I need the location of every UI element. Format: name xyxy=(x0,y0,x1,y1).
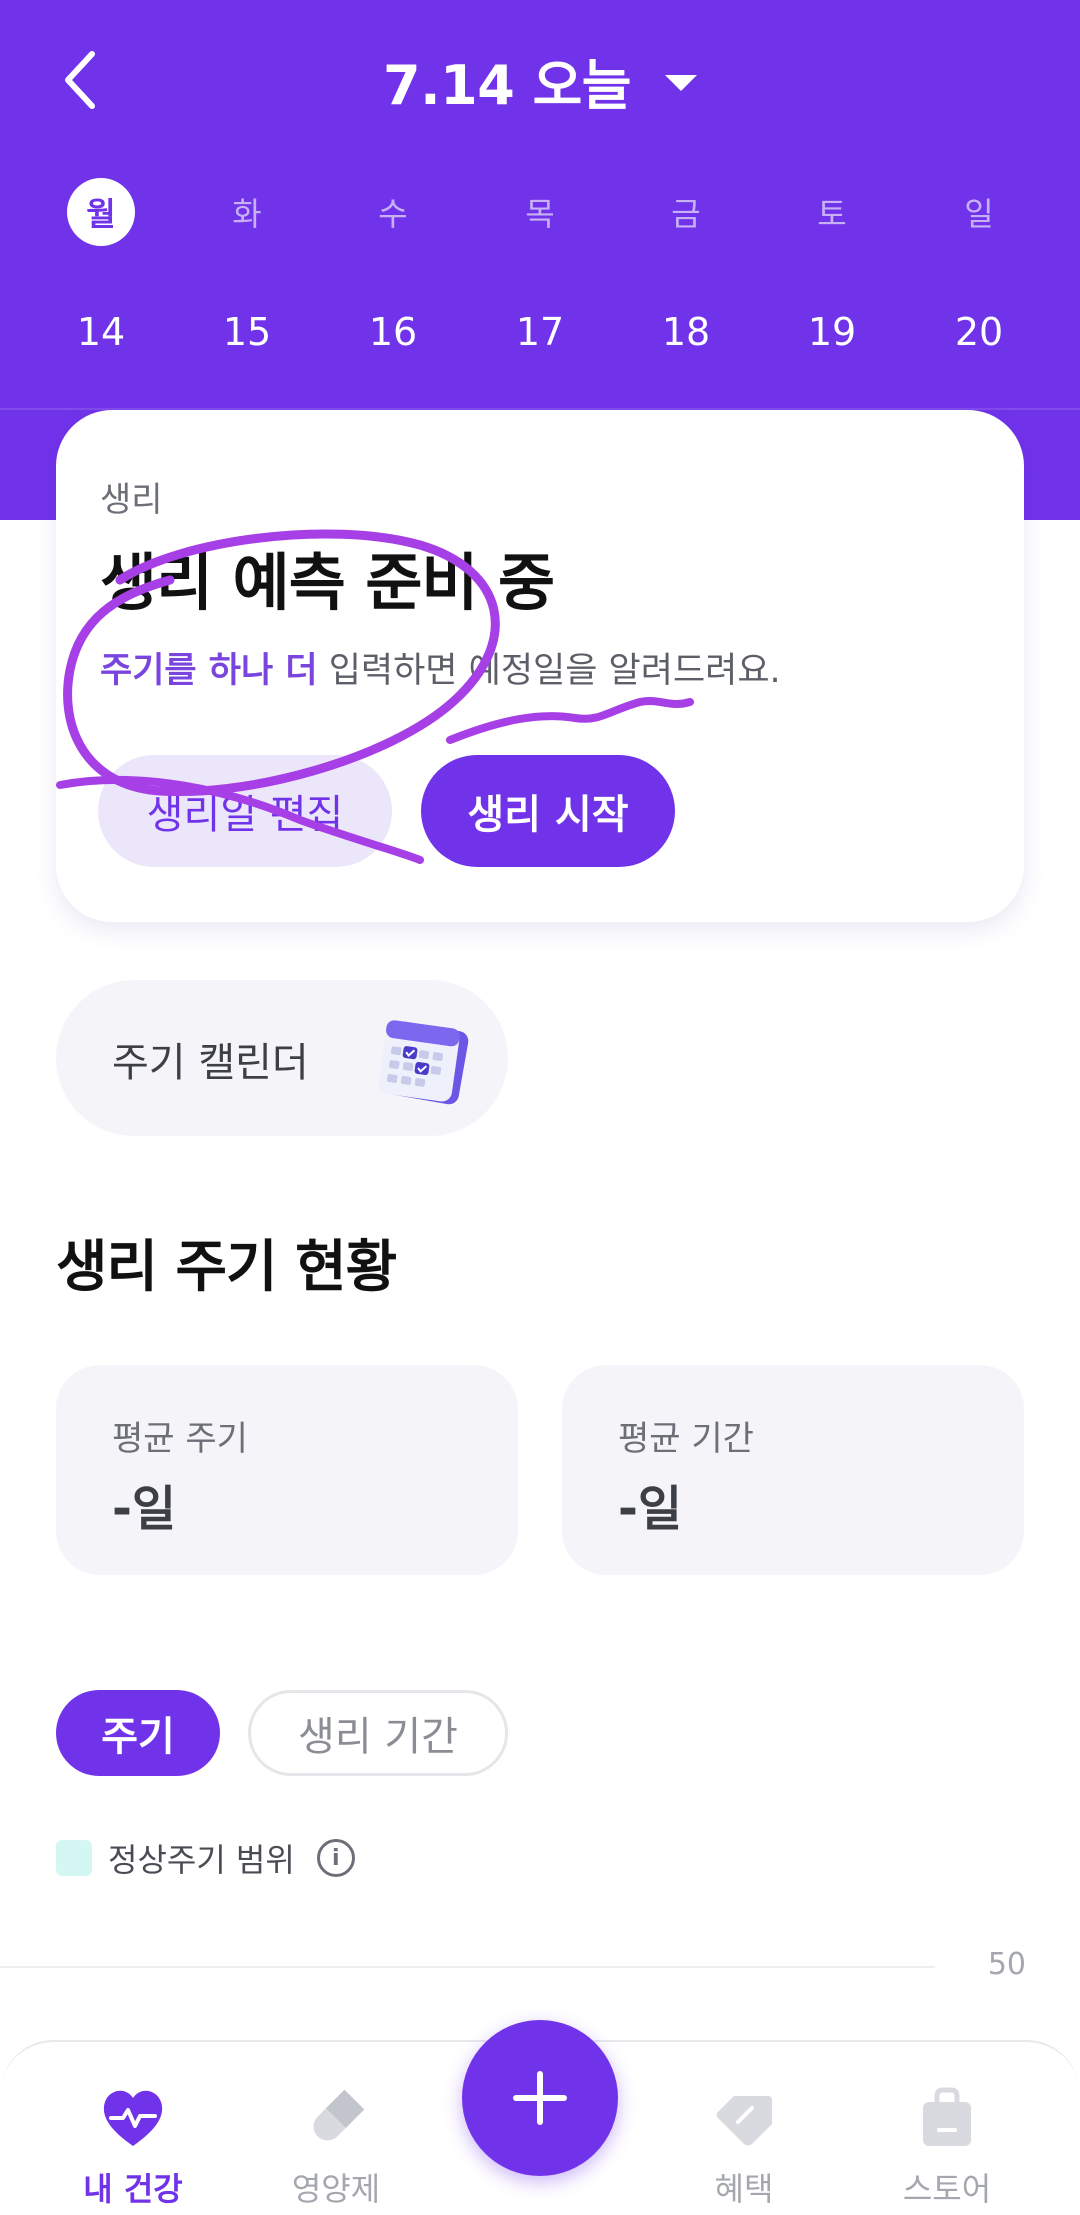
weekday-tue[interactable]: 화 xyxy=(197,172,297,252)
card-desc-highlight: 주기를 하나 더 xyxy=(100,651,318,691)
weekday-wed[interactable]: 수 xyxy=(343,172,443,252)
title-wrap: 7.14 오늘 xyxy=(0,40,1080,120)
nav-supplements[interactable]: 영양제 xyxy=(246,2082,426,2212)
chart-tick-label: 50 xyxy=(987,1947,1026,1982)
tab-cycle[interactable]: 주기 xyxy=(56,1690,220,1776)
weekday-fri[interactable]: 금 xyxy=(636,172,736,252)
avg-cycle-label: 평균 주기 xyxy=(112,1419,248,1459)
weekday-mon[interactable]: 월 xyxy=(51,172,151,252)
start-period-button[interactable]: 생리 시작 xyxy=(421,755,675,867)
legend: 정상주기 범위 i xyxy=(56,1836,355,1880)
weekday-row: 월 화 수 목 금 토 일 xyxy=(0,172,1080,252)
legend-swatch xyxy=(56,1840,92,1876)
date-title: 7.14 오늘 xyxy=(383,53,631,117)
date-19[interactable]: 19 xyxy=(782,292,882,372)
cycle-calendar-label: 주기 캘린더 xyxy=(112,1040,309,1086)
nav-label-store: 스토어 xyxy=(902,2170,992,2208)
date-selector[interactable]: 7.14 오늘 xyxy=(383,41,697,120)
date-15[interactable]: 15 xyxy=(197,292,297,372)
edit-period-button[interactable]: 생리일 편집 xyxy=(98,755,392,867)
date-20[interactable]: 20 xyxy=(929,292,1029,372)
avg-cycle-card: 평균 주기 -일 xyxy=(56,1365,518,1575)
pill-icon xyxy=(313,2089,365,2141)
cycle-status-title: 생리 주기 현황 xyxy=(56,1235,397,1300)
date-row: 14 15 16 17 18 19 20 xyxy=(0,292,1080,372)
avg-period-label: 평균 기간 xyxy=(618,1419,754,1459)
tab-period-length[interactable]: 생리 기간 xyxy=(248,1690,508,1776)
date-14[interactable]: 14 xyxy=(51,292,151,372)
nav-benefits[interactable]: 혜택 xyxy=(654,2082,834,2212)
info-icon[interactable]: i xyxy=(316,1839,355,1877)
weekday-sat[interactable]: 토 xyxy=(782,172,882,252)
period-prediction-card: 생리 생리 예측 준비 중 주기를 하나 더 입력하면 예정일을 알려드려요. … xyxy=(56,410,1024,922)
heart-pulse-icon xyxy=(103,2090,163,2146)
nav-label-supplements: 영양제 xyxy=(291,2170,381,2208)
nav-my-health[interactable]: 내 건강 xyxy=(43,2082,223,2212)
weekday-sun[interactable]: 일 xyxy=(929,172,1029,252)
nav-label-benefits: 혜택 xyxy=(714,2170,774,2208)
card-label: 생리 xyxy=(100,480,163,520)
weekday-thu[interactable]: 목 xyxy=(490,172,590,252)
tag-icon xyxy=(716,2096,772,2146)
avg-period-value: -일 xyxy=(618,1481,683,1537)
avg-period-card: 평균 기간 -일 xyxy=(562,1365,1024,1575)
date-16[interactable]: 16 xyxy=(343,292,443,372)
add-record-button[interactable] xyxy=(462,2020,618,2176)
chart-gridline xyxy=(0,1966,935,1968)
date-18[interactable]: 18 xyxy=(636,292,736,372)
calendar-icon xyxy=(378,1020,469,1105)
nav-store[interactable]: 스토어 xyxy=(857,2082,1037,2212)
plus-icon xyxy=(513,2071,567,2125)
card-title: 생리 예측 준비 중 xyxy=(100,546,555,619)
card-description: 주기를 하나 더 입력하면 예정일을 알려드려요. xyxy=(100,642,781,693)
date-17[interactable]: 17 xyxy=(490,292,590,372)
nav-label-my-health: 내 건강 xyxy=(83,2170,183,2208)
caret-down-icon xyxy=(664,75,697,91)
avg-cycle-value: -일 xyxy=(112,1481,177,1537)
card-desc-rest: 입력하면 예정일을 알려드려요. xyxy=(317,651,781,691)
legend-label: 정상주기 범위 xyxy=(108,1841,295,1879)
cycle-calendar-button[interactable]: 주기 캘린더 xyxy=(56,980,508,1136)
shopping-bag-icon xyxy=(923,2087,971,2146)
